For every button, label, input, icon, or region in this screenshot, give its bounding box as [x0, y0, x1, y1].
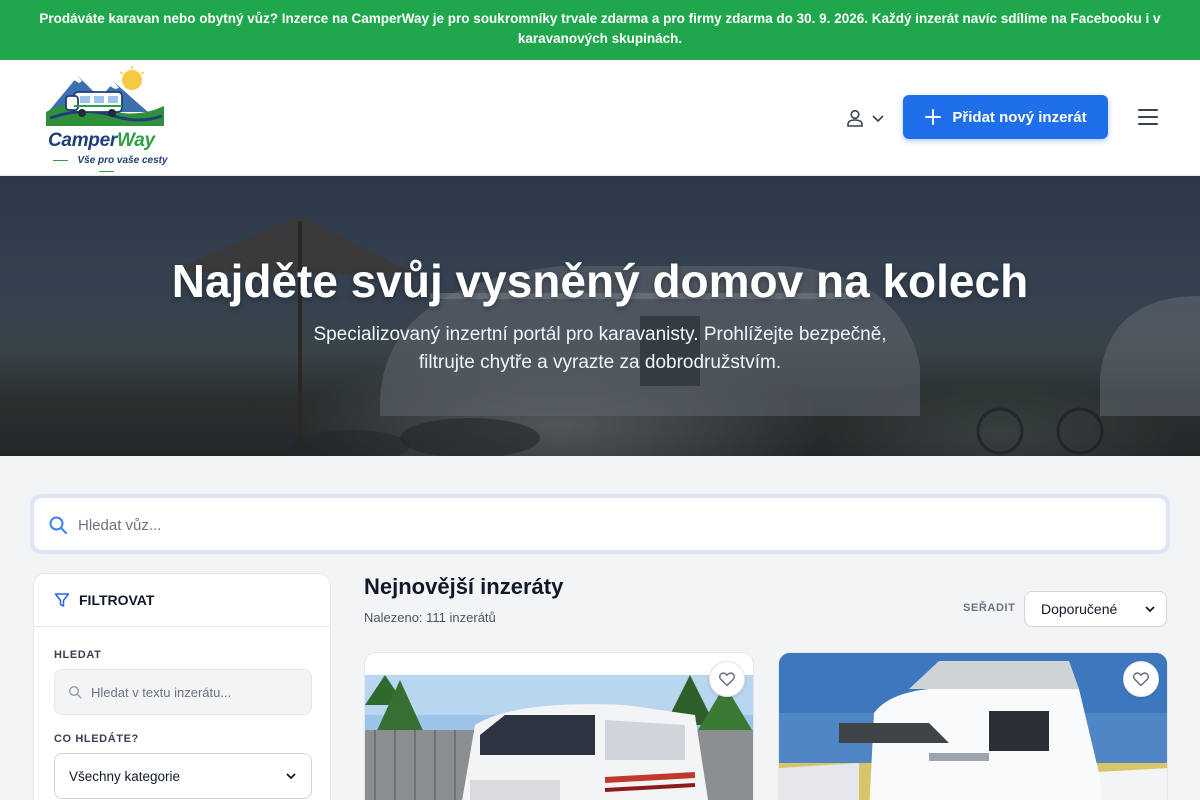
- search-icon: [68, 685, 82, 699]
- sort-select-value: Doporučené: [1041, 601, 1118, 617]
- logo-word-camper: Camper: [48, 130, 117, 151]
- chevron-down-icon: [286, 773, 296, 780]
- favorite-button[interactable]: [709, 661, 745, 697]
- main-search-input[interactable]: [78, 508, 1148, 542]
- chevron-down-icon: [872, 115, 884, 123]
- logo-mark: [46, 66, 164, 126]
- favorite-button[interactable]: [1123, 661, 1159, 697]
- add-listing-label: Přidat nový inzerát: [952, 108, 1087, 126]
- filter-search-input[interactable]: [91, 678, 301, 706]
- hero-overlay: [0, 176, 1200, 456]
- main-search-bar[interactable]: [33, 497, 1167, 551]
- listing-card[interactable]: [364, 652, 754, 800]
- user-icon: [847, 109, 863, 127]
- logo-tagline-text: Vše pro vaše cesty: [77, 155, 168, 166]
- filter-search-field[interactable]: [54, 669, 312, 715]
- logo-wordmark: CamperWay: [48, 130, 155, 152]
- heart-icon: [718, 672, 736, 687]
- announcement-text: Prodáváte karavan nebo obytný vůz? Inzer…: [39, 11, 1161, 46]
- filters-panel: FILTROVAT HLEDAT CO HLEDÁTE? Všechny kat…: [33, 573, 331, 800]
- category-select-value: Všechny kategorie: [69, 768, 181, 784]
- logo[interactable]: CamperWay Vše pro vaše cesty: [30, 66, 182, 170]
- listing-image: [365, 675, 753, 800]
- plus-icon: [925, 109, 942, 125]
- sort-label: SEŘADIT: [963, 602, 1016, 614]
- category-label: CO HLEDÁTE?: [54, 733, 139, 745]
- chevron-down-icon: [1145, 606, 1155, 613]
- listings-title: Nejnovější inzeráty: [364, 574, 564, 599]
- listing-image: [779, 653, 1167, 800]
- filters-title: FILTROVAT: [79, 592, 155, 608]
- heart-icon: [1132, 672, 1150, 687]
- search-icon: [49, 516, 67, 534]
- hero-section: Najděte svůj vysněný domov na kolech Spe…: [0, 176, 1200, 456]
- filter-icon: [54, 593, 70, 607]
- hero-title: Najděte svůj vysněný domov na kolech: [171, 255, 1029, 307]
- logo-tagline: Vše pro vaše cesty: [30, 155, 182, 177]
- sort-select[interactable]: Doporučené: [1024, 591, 1167, 627]
- add-listing-button[interactable]: Přidat nový inzerát: [903, 95, 1108, 139]
- filter-search-label: HLEDAT: [54, 649, 102, 661]
- listing-card[interactable]: [778, 652, 1168, 800]
- announcement-banner: Prodáváte karavan nebo obytný vůz? Inzer…: [0, 0, 1200, 60]
- category-select[interactable]: Všechny kategorie: [54, 753, 312, 799]
- hero-subtitle: Specializovaný inzertní portál pro karav…: [313, 324, 887, 373]
- site-header: CamperWay Vše pro vaše cesty Přidat nový…: [0, 60, 1200, 176]
- logo-word-way: Way: [116, 130, 155, 151]
- menu-icon[interactable]: [1138, 109, 1158, 125]
- listings-count: Nalezeno: 111 inzerátů: [364, 610, 496, 625]
- user-menu-button[interactable]: [845, 108, 887, 128]
- filters-header[interactable]: FILTROVAT: [34, 574, 330, 627]
